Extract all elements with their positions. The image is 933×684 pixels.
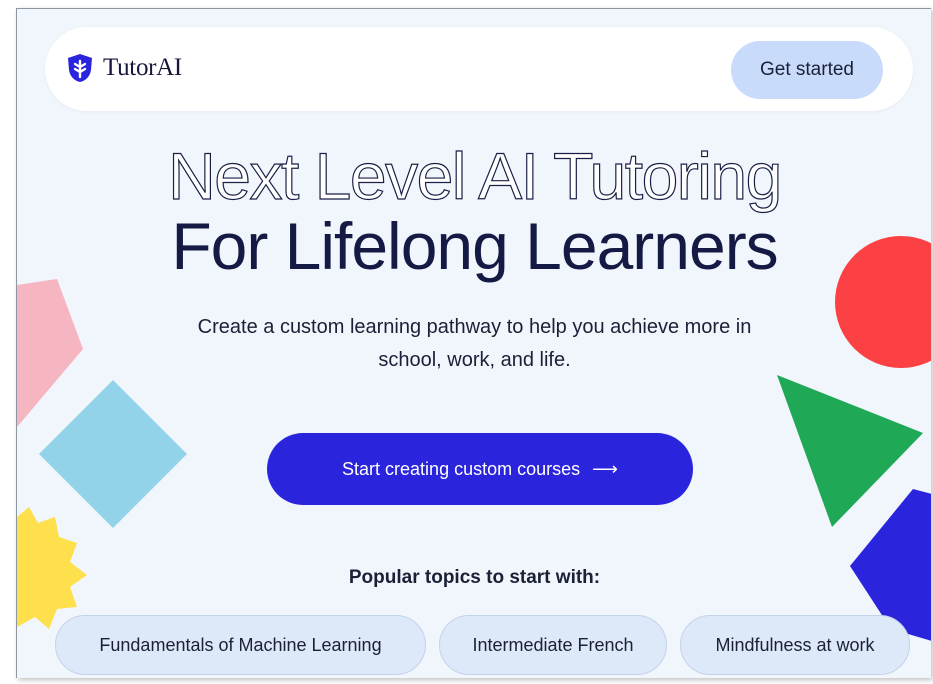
logo-link[interactable]: TutorAI [67, 53, 182, 83]
cta-label: Start creating custom courses [342, 458, 581, 479]
shield-logo-icon [68, 54, 92, 82]
popular-topics-heading: Popular topics to start with: [348, 567, 601, 588]
blue-diamond-shape [39, 380, 187, 528]
top-nav: TutorAI Get started [45, 27, 913, 111]
arrow-right-icon: ⟶ [592, 458, 618, 479]
hero-title-line2: For Lifelong Learners [171, 209, 778, 283]
pink-square-shape [17, 279, 83, 427]
brand-name: TutorAI [103, 54, 182, 81]
hero-subtitle: Create a custom learning pathway to help… [197, 316, 752, 371]
landing-page: TutorAI Get started Next Level AI Tutori… [16, 8, 931, 678]
get-started-button[interactable]: Get started [731, 41, 883, 99]
hero-title-line1: Next Level AI Tutoring [168, 138, 783, 213]
topic-pill-mindfulness[interactable]: Mindfulness at work [680, 615, 910, 675]
topic-pill-intermediate-french[interactable]: Intermediate French [439, 615, 667, 675]
browser-frame: TutorAI Get started Next Level AI Tutori… [0, 0, 933, 684]
start-creating-courses-button[interactable]: Start creating custom courses ⟶ [267, 433, 693, 505]
topic-pill-machine-learning[interactable]: Fundamentals of Machine Learning [55, 615, 426, 675]
